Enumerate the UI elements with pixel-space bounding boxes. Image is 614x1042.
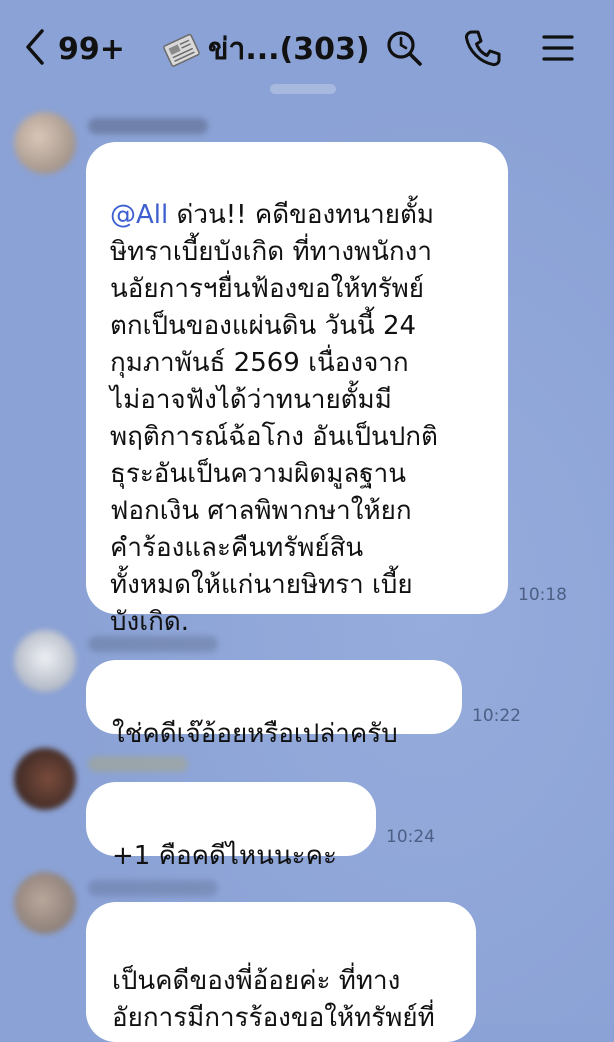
search-icon bbox=[387, 31, 422, 66]
message-time: 10:24 bbox=[386, 827, 435, 847]
chevron-left-icon bbox=[22, 27, 48, 71]
message-time: 10:18 bbox=[518, 585, 567, 605]
avatar[interactable] bbox=[14, 112, 76, 174]
message-bubble[interactable]: @All ด่วน!! คดีของทนายตั้ม ษิทราเบี้ยบัง… bbox=[86, 142, 508, 637]
back-button[interactable]: 99+ bbox=[22, 26, 125, 72]
message-text: ด่วน!! คดีของทนายตั้ม ษิทราเบี้ยบังเกิด … bbox=[110, 200, 438, 637]
search-button[interactable] bbox=[384, 28, 424, 68]
avatar[interactable] bbox=[14, 872, 76, 934]
avatar[interactable] bbox=[14, 630, 76, 692]
message-bubble[interactable]: เป็นคดีของพี่อ้อยค่ะ ที่ทาง อัยการมีการร… bbox=[86, 902, 476, 1042]
newspaper-icon bbox=[162, 29, 202, 69]
message-text: +1 คือคดีไหนนะคะ bbox=[112, 841, 337, 871]
message-bubble[interactable]: +1 คือคดีไหนนะคะ bbox=[86, 782, 376, 871]
sender-name bbox=[88, 756, 188, 772]
message-bubble[interactable]: ใช่คดีเจ๊อ้อยหรือเปล่าครับ bbox=[86, 660, 462, 749]
sender-name bbox=[88, 636, 218, 652]
phone-icon bbox=[464, 30, 501, 67]
sender-name bbox=[88, 880, 218, 896]
call-button[interactable] bbox=[462, 28, 502, 68]
scroll-hint bbox=[270, 84, 336, 94]
mention-all[interactable]: @All bbox=[110, 200, 168, 230]
message-time: 10:22 bbox=[472, 706, 521, 726]
sender-name bbox=[88, 118, 208, 134]
chat-title[interactable]: ข่า...(303) bbox=[162, 26, 370, 72]
unread-count: 99+ bbox=[58, 31, 125, 67]
avatar[interactable] bbox=[14, 748, 76, 810]
chat-name: ข่า...(303) bbox=[208, 31, 370, 67]
chat-header: 99+ ข่า...(303) bbox=[0, 0, 614, 94]
message-text: ใช่คดีเจ๊อ้อยหรือเปล่าครับ bbox=[112, 719, 398, 749]
message-text: เป็นคดีของพี่อ้อยค่ะ ที่ทาง อัยการมีการร… bbox=[112, 966, 435, 1033]
menu-icon bbox=[542, 35, 574, 61]
menu-button[interactable] bbox=[538, 28, 578, 68]
